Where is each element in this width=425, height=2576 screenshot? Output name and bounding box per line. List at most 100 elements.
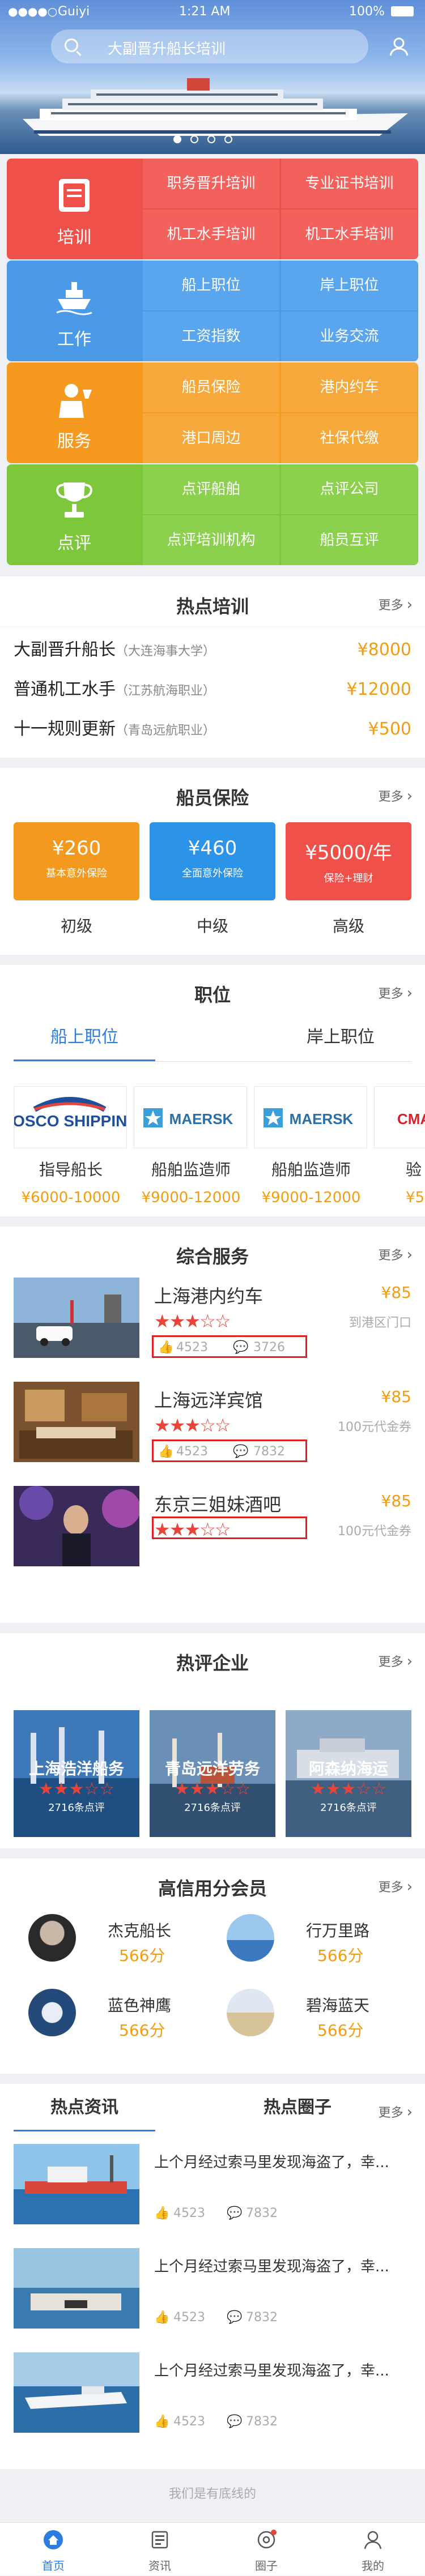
tab-profile[interactable]: 我的	[320, 2523, 425, 2576]
member-card[interactable]: 蓝色神鹰 566分	[28, 1989, 221, 2051]
news-item[interactable]: 上个月经过索马里发现海盗了，幸... 👍 4523 💬 7832	[14, 2248, 411, 2352]
company-card[interactable]: 上海浩洋船务 ★★★☆☆ 2716条点评	[14, 1710, 139, 1837]
category-training[interactable]: 培训	[7, 159, 142, 259]
company-card[interactable]: 青岛远洋劳务 ★★★☆☆ 2716条点评	[150, 1710, 275, 1837]
grid-item[interactable]: 岸上职位	[281, 260, 418, 310]
section-title: 职位	[194, 984, 231, 1006]
avatar	[227, 1989, 274, 2036]
like-icon: 👍	[154, 2310, 170, 2325]
company-logo-maersk[interactable]: MAERSK	[134, 1086, 247, 1148]
company-logo-cma[interactable]: CMA	[374, 1086, 425, 1148]
job-card[interactable]: 船舶监造师 ¥9000-12000	[246, 1157, 376, 1206]
grid-item[interactable]: 点评公司	[281, 464, 418, 514]
member-card[interactable]: 行万里路 566分	[227, 1914, 419, 1976]
service-price: ¥85	[381, 1283, 411, 1302]
training-row[interactable]: 普通机工水手（江苏航海职业） ¥12000	[14, 673, 411, 707]
more-link[interactable]: 更多	[379, 2103, 413, 2121]
carousel-dot[interactable]	[207, 135, 215, 143]
profile-icon	[364, 2531, 382, 2549]
grid-item[interactable]: 船员互评	[281, 515, 418, 565]
service-name: 上海远洋宾馆	[154, 1390, 264, 1411]
news-photo	[14, 2248, 139, 2329]
grid-item[interactable]: 船上职位	[143, 260, 279, 310]
tab-home[interactable]: 首页	[0, 2523, 107, 2576]
tab-news[interactable]: 资讯	[107, 2523, 213, 2576]
logo-text-cosco: COSCO SHIPPING	[14, 1112, 126, 1130]
tab-hot-news[interactable]: 热点资讯	[14, 2092, 155, 2131]
carousel-dot[interactable]	[190, 135, 198, 143]
carousel-dots[interactable]	[173, 135, 241, 146]
job-title: 指导船长	[39, 1160, 103, 1179]
more-link[interactable]: 更多	[379, 787, 413, 805]
news-item[interactable]: 上个月经过索马里发现海盗了，幸... 👍 4523 💬 7832	[14, 2144, 411, 2248]
carousel-dot[interactable]	[173, 135, 181, 143]
tab-circle[interactable]: 圈子	[213, 2523, 320, 2576]
category-review[interactable]: 点评	[7, 464, 142, 565]
insurance-card[interactable]: ¥5000/年 保险+理财	[286, 822, 411, 900]
hero-banner[interactable]: ●●●●○ Guiyi 1:21 AM 100% 大副晋升船长培训	[0, 0, 425, 154]
category-label: 培训	[57, 228, 91, 247]
home-icon	[44, 2530, 63, 2549]
job-card[interactable]: 船舶监造师 ¥9000-12000	[126, 1157, 256, 1206]
grid-item[interactable]: 业务交流	[281, 311, 418, 361]
company-name: 青岛远洋劳务	[164, 1759, 260, 1778]
service-icon	[59, 384, 92, 418]
more-link[interactable]: 更多	[379, 1877, 413, 1895]
grid-item[interactable]: 船员保险	[143, 362, 279, 412]
member-card[interactable]: 杰克船长 566分	[28, 1914, 221, 1976]
section-header: 职位 更多	[0, 965, 425, 1016]
grid-item[interactable]: 社保代缴	[281, 413, 418, 463]
more-link[interactable]: 更多	[379, 1652, 413, 1670]
user-icon[interactable]	[389, 36, 409, 57]
service-item[interactable]: 东京三姐妹酒吧 ¥85 ★★★☆☆ 100元代金券 4523 3872	[14, 1486, 411, 1572]
insurance-card[interactable]: ¥260 基本意外保险	[14, 822, 139, 900]
more-link[interactable]: 更多	[379, 1245, 413, 1263]
logo-text-maersk: MAERSK	[290, 1110, 354, 1127]
more-link[interactable]: 更多	[379, 984, 413, 1002]
carousel-dot[interactable]	[224, 135, 232, 143]
section-header: 综合服务 更多	[0, 1227, 425, 1278]
tab-shore-jobs[interactable]: 岸上职位	[270, 1022, 411, 1061]
search-bar[interactable]: 大副晋升船长培训	[51, 29, 368, 63]
company-logo-cosco[interactable]: COSCO SHIPPING	[1, 1086, 139, 1148]
section-title: 船员保险	[176, 787, 249, 809]
service-item[interactable]: 上海远洋宾馆 ¥85 ★★★☆☆ 100元代金券 👍 4523 💬 7832	[14, 1382, 411, 1468]
grid-item[interactable]: 港口周边	[143, 413, 279, 463]
job-card[interactable]: 指导船长 ¥6000-10000	[6, 1157, 136, 1206]
search-icon	[65, 39, 78, 52]
grid-item[interactable]: 点评培训机构	[143, 515, 279, 565]
like-icon: 👍	[154, 2415, 170, 2429]
category-service[interactable]: 服务	[7, 362, 142, 463]
search-placeholder: 大副晋升船长培训	[108, 41, 226, 58]
service-photo-hotel	[14, 1382, 139, 1462]
category-work[interactable]: 工作	[7, 260, 142, 361]
comment-icon: 💬	[227, 2415, 243, 2429]
news-item[interactable]: 上个月经过索马里发现海盗了，幸... 👍 4523 💬 7832	[14, 2352, 411, 2457]
member-card[interactable]: 碧海蓝天 566分	[227, 1989, 419, 2051]
training-row[interactable]: 大副晋升船长（大连海事大学） ¥8000	[14, 633, 411, 667]
company-card[interactable]: 阿森纳海运 ★★★☆☆ 2716条点评	[286, 1710, 411, 1837]
grid-item[interactable]: 专业证书培训	[281, 159, 418, 208]
grid-item[interactable]: 港内约车	[281, 362, 418, 412]
bottom-tab-bar: 首页 资讯 圈子 我的	[0, 2522, 425, 2575]
tab-onboard-jobs[interactable]: 船上职位	[14, 1022, 155, 1061]
grid-item[interactable]: 机工水手培训	[143, 210, 279, 259]
service-price: ¥85	[381, 1387, 411, 1406]
tab-hot-circles[interactable]: 热点圈子	[227, 2092, 368, 2131]
like-count: 4523	[173, 2415, 205, 2429]
companies-section: 热评企业 更多 上海浩洋船务 ★★★☆☆ 2716条点评 青岛远洋劳务 ★★★☆…	[0, 1633, 425, 1848]
grid-item[interactable]: 机工水手培训	[281, 210, 418, 259]
insurance-amount: ¥460	[188, 837, 237, 860]
grid-item[interactable]: 职务晋升培训	[143, 159, 279, 208]
more-link[interactable]: 更多	[379, 595, 413, 613]
grid-item[interactable]: 工资指数	[143, 311, 279, 361]
grid-item[interactable]: 点评船舶	[143, 464, 279, 514]
insurance-card[interactable]: ¥460 全面意外保险	[150, 822, 275, 900]
service-item[interactable]: 上海港内约车 ¥85 ★★★☆☆ 到港区门口 👍 4523 💬 3726	[14, 1278, 411, 1364]
company-logo-maersk[interactable]: MAERSK	[254, 1086, 367, 1148]
company-name: 阿森纳海运	[308, 1759, 388, 1778]
service-photo-car	[14, 1278, 139, 1358]
avatar	[227, 1914, 274, 1962]
training-row[interactable]: 十一规则更新（青岛远航职业） ¥500	[14, 712, 411, 746]
job-card[interactable]: 验 ¥5000	[374, 1157, 425, 1206]
